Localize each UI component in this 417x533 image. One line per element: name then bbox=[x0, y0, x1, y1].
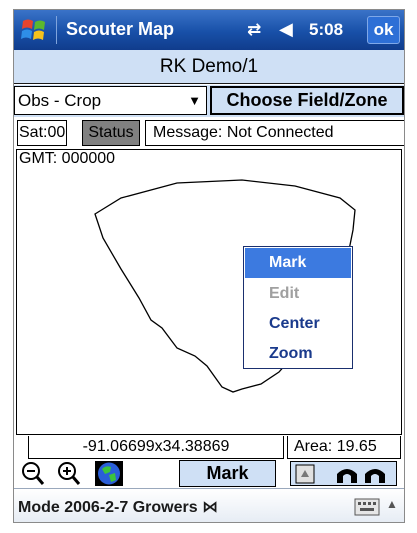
menu-item-zoom[interactable]: Zoom bbox=[244, 339, 352, 369]
satellite-count: Sat:00 bbox=[17, 120, 68, 146]
rotate-right-icon[interactable] bbox=[365, 469, 385, 483]
windows-start-icon[interactable] bbox=[21, 17, 47, 43]
menu-item-mark[interactable]: Mark bbox=[245, 248, 351, 278]
connectivity-icon[interactable]: ⇄ bbox=[247, 20, 261, 40]
page-title: RK Demo/1 bbox=[14, 50, 404, 84]
pan-controls bbox=[290, 461, 397, 486]
title-bar: Scouter Map ⇄ ◀ 5:08 ok bbox=[14, 10, 404, 50]
gps-signal-icon: ⋈ bbox=[202, 499, 219, 516]
map-canvas[interactable]: GMT: 000000 Mark Edit Center Zoom bbox=[16, 149, 402, 435]
menu-item-center[interactable]: Center bbox=[244, 309, 352, 339]
coordinate-readout: -91.06699x34.38869 bbox=[28, 436, 284, 459]
dropdown-arrow-icon: ▼ bbox=[188, 93, 201, 108]
crop-dropdown-value: Obs - Crop bbox=[18, 91, 102, 110]
map-context-menu: Mark Edit Center Zoom bbox=[243, 246, 353, 369]
controls-row: Obs - Crop ▼ Choose Field/Zone bbox=[14, 85, 404, 117]
mark-button[interactable]: Mark bbox=[179, 460, 276, 487]
map-toolbar: Mark bbox=[14, 460, 404, 487]
mode-menu-label: Mode 2006-2-7 Growers bbox=[18, 499, 198, 516]
volume-icon[interactable]: ◀ bbox=[279, 19, 293, 40]
bottom-menu-bar: Mode 2006-2-7 Growers ⋈ ▲ bbox=[14, 488, 404, 522]
status-row: Sat:00 Status Message: Not Connected bbox=[14, 118, 404, 148]
mode-menu[interactable]: Mode 2006-2-7 Growers ⋈ bbox=[18, 497, 218, 517]
connection-message: Message: Not Connected bbox=[145, 120, 404, 146]
area-readout: Area: 19.65 bbox=[287, 436, 401, 459]
zoom-in-icon[interactable] bbox=[56, 460, 82, 487]
keyboard-icon[interactable] bbox=[354, 498, 380, 516]
app-title: Scouter Map bbox=[66, 19, 175, 39]
ok-button[interactable]: ok bbox=[367, 16, 400, 44]
zoom-out-icon[interactable] bbox=[20, 460, 46, 487]
rotate-left-icon[interactable] bbox=[337, 469, 357, 483]
crop-dropdown[interactable]: Obs - Crop ▼ bbox=[14, 86, 207, 115]
sip-arrow-icon[interactable]: ▲ bbox=[386, 497, 398, 511]
choose-field-zone-button[interactable]: Choose Field/Zone bbox=[210, 86, 404, 115]
menu-item-edit: Edit bbox=[269, 285, 300, 302]
scouter-window: Scouter Map ⇄ ◀ 5:08 ok RK Demo/1 Obs - … bbox=[13, 9, 405, 523]
title-separator bbox=[56, 16, 57, 44]
status-button[interactable]: Status bbox=[82, 120, 140, 146]
clock[interactable]: 5:08 bbox=[309, 20, 343, 40]
globe-icon[interactable] bbox=[94, 460, 124, 487]
